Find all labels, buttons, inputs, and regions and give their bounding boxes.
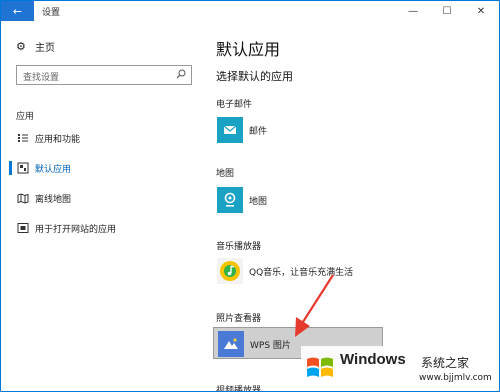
sidebar-item-offline-maps[interactable]: 离线地图 — [9, 189, 199, 207]
gear-icon: ⚙ — [16, 39, 26, 53]
home-label: 主页 — [35, 42, 55, 54]
maps-icon — [217, 187, 243, 213]
sidebar-item-apps-features[interactable]: 应用和功能 — [9, 129, 199, 147]
maximize-icon: ☐ — [442, 5, 452, 17]
annotation-arrow — [295, 274, 334, 337]
close-icon: ✕ — [476, 5, 486, 17]
back-arrow-icon: ← — [12, 4, 23, 18]
active-indicator — [9, 161, 12, 175]
section-title: 选择默认的应用 — [216, 70, 293, 83]
list-icon — [18, 134, 28, 142]
sidebar-item-web-apps[interactable]: 用于打开网站的应用 — [9, 219, 199, 237]
search-input[interactable]: 查找设置 — [16, 65, 192, 85]
back-button[interactable]: ← — [1, 1, 34, 21]
email-app-picker[interactable]: 邮件 — [213, 114, 363, 146]
minimize-icon: — — [408, 5, 418, 17]
wps-picture-icon — [218, 331, 244, 357]
app-name: 邮件 — [249, 127, 268, 137]
category-photo-viewer: 照片查看器 — [216, 314, 262, 324]
watermark-brand: Windows — [340, 351, 406, 368]
window-title: 设置 — [42, 8, 61, 18]
sidebar-item-label: 应用和功能 — [35, 135, 81, 145]
sidebar-item-label: 离线地图 — [35, 195, 72, 205]
sidebar-item-label: 默认应用 — [35, 165, 72, 175]
windows-logo-icon — [307, 357, 333, 377]
section-label: 应用 — [16, 112, 35, 122]
maximize-button[interactable]: ☐ — [430, 1, 464, 21]
web-apps-icon — [17, 223, 29, 233]
page-title: 默认应用 — [216, 40, 281, 59]
mail-icon — [217, 117, 243, 143]
category-music: 音乐播放器 — [216, 242, 262, 252]
category-email: 电子邮件 — [216, 100, 253, 110]
settings-window: ← 设置 — ☐ ✕ ⚙ 主页 查找设置 应用 应用和功能 默认应用 离线地图 … — [0, 0, 500, 392]
title-bar: ← 设置 — ☐ ✕ — [1, 1, 499, 21]
home-nav[interactable]: ⚙ 主页 — [16, 39, 55, 54]
watermark-url: www.bjjmlv.com — [419, 373, 492, 383]
sidebar-item-label: 用于打开网站的应用 — [35, 225, 117, 235]
category-video-player: 视频播放器 — [216, 386, 262, 392]
app-name: 地图 — [249, 197, 268, 207]
close-button[interactable]: ✕ — [464, 1, 498, 21]
map-icon — [17, 193, 29, 204]
watermark: Windows 系统之家 www.bjjmlv.com — [301, 346, 493, 390]
qq-music-icon — [217, 258, 243, 284]
maps-app-picker[interactable]: 地图 — [213, 184, 363, 216]
watermark-site-name: 系统之家 — [421, 356, 470, 370]
sidebar-item-default-apps[interactable]: 默认应用 — [9, 159, 199, 177]
default-apps-icon — [17, 162, 29, 174]
search-placeholder: 查找设置 — [23, 73, 60, 83]
category-maps: 地图 — [216, 169, 235, 179]
minimize-button[interactable]: — — [396, 1, 430, 21]
search-icon — [176, 69, 186, 79]
